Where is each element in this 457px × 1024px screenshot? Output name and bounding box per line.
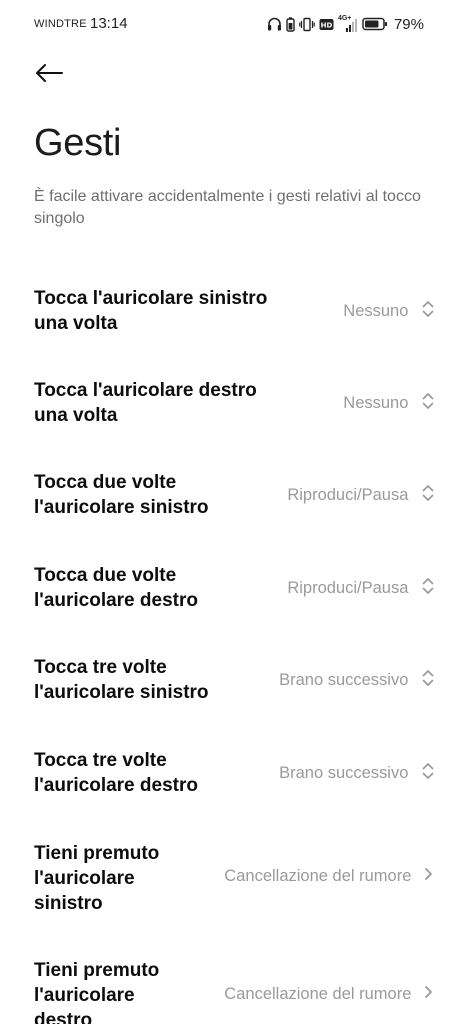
gesture-value-link[interactable]: Cancellazione del rumore — [224, 866, 433, 887]
page-description: È facile attivare accidentalmente i gest… — [34, 188, 421, 227]
earbud-battery-icon — [286, 16, 295, 32]
gesture-row-long-press-right[interactable]: Tieni premuto l'auricolare destro Cancel… — [0, 955, 457, 1024]
status-icons: HD 4G+ 79% — [267, 13, 424, 35]
gesture-value-select[interactable]: Riproduci/Pausa — [287, 483, 435, 508]
signal-icon: 4G+ — [338, 15, 358, 33]
carrier-name: WINDTRE — [34, 18, 87, 30]
gesture-value-select[interactable]: Nessuno — [343, 391, 435, 416]
gesture-row-triple-tap-right[interactable]: Tocca tre volte l'auricolare destro Bran… — [0, 743, 457, 813]
up-down-chevron-icon — [421, 576, 435, 601]
vibrate-icon — [299, 17, 315, 32]
page-title: Gesti — [34, 122, 122, 164]
gesture-value: Nessuno — [343, 302, 409, 320]
gesture-label: Tocca due volte l'auricolare destro — [34, 563, 198, 613]
gesture-label-line: Tieni premuto — [34, 843, 160, 864]
gesture-value: Brano successivo — [279, 671, 409, 689]
up-down-chevron-icon — [421, 391, 435, 416]
chevron-right-icon — [424, 866, 433, 887]
back-button[interactable] — [34, 60, 70, 90]
battery-percentage: 79% — [393, 15, 424, 33]
arrow-left-icon — [34, 63, 64, 88]
gesture-value: Nessuno — [343, 394, 409, 412]
gesture-row-single-tap-right[interactable]: Tocca l'auricolare destro una volta Ness… — [0, 372, 457, 442]
gesture-label-line: una volta — [34, 313, 118, 334]
gesture-value: Riproduci/Pausa — [287, 486, 409, 504]
gesture-value: Brano successivo — [279, 764, 409, 782]
gesture-label-line: Tocca due volte — [34, 565, 177, 586]
gesture-label: Tocca tre volte l'auricolare sinistro — [34, 655, 209, 705]
gesture-value-select[interactable]: Nessuno — [343, 299, 435, 324]
gesture-label-line: Tocca due volte — [34, 472, 177, 493]
gesture-label-line: una volta — [34, 405, 118, 426]
gesture-label-line: l'auricolare — [34, 868, 135, 889]
up-down-chevron-icon — [421, 668, 435, 693]
gesture-label-line: Tocca tre volte — [34, 657, 167, 678]
gesture-value-link[interactable]: Cancellazione del rumore — [224, 984, 433, 1005]
gesture-value: Cancellazione del rumore — [224, 985, 412, 1003]
gesture-label-line: l'auricolare — [34, 985, 135, 1006]
up-down-chevron-icon — [421, 483, 435, 508]
up-down-chevron-icon — [421, 299, 435, 324]
gesture-label-line: Tieni premuto — [34, 960, 160, 981]
gesture-value-select[interactable]: Brano successivo — [279, 761, 435, 786]
gesture-label-line: Tocca tre volte — [34, 750, 167, 771]
gesture-label: Tocca l'auricolare destro una volta — [34, 378, 257, 428]
gesture-label: Tieni premuto l'auricolare sinistro — [34, 841, 159, 916]
gesture-value: Cancellazione del rumore — [224, 867, 412, 885]
gesture-value: Riproduci/Pausa — [287, 579, 409, 597]
status-bar: WINDTRE 13:14 HD 4G+ 79% — [0, 0, 457, 50]
headphones-icon — [267, 17, 282, 31]
clock: 13:14 — [90, 15, 128, 32]
chevron-right-icon — [424, 984, 433, 1005]
gesture-label-line: Tocca l'auricolare sinistro — [34, 288, 268, 309]
gesture-label: Tocca l'auricolare sinistro una volta — [34, 286, 267, 336]
gesture-label: Tocca due volte l'auricolare sinistro — [34, 470, 209, 520]
gesture-label-line: destro — [34, 1010, 93, 1024]
hd-icon: HD — [319, 18, 334, 31]
gesture-label-line: sinistro — [34, 893, 103, 914]
gesture-row-triple-tap-left[interactable]: Tocca tre volte l'auricolare sinistro Br… — [0, 650, 457, 720]
gesture-label: Tocca tre volte l'auricolare destro — [34, 748, 198, 798]
gesture-label-line: l'auricolare sinistro — [34, 682, 209, 703]
gesture-label-line: l'auricolare sinistro — [34, 497, 209, 518]
gesture-row-double-tap-right[interactable]: Tocca due volte l'auricolare destro Ripr… — [0, 558, 457, 628]
battery-icon — [362, 17, 388, 31]
gesture-row-single-tap-left[interactable]: Tocca l'auricolare sinistro una volta Ne… — [0, 280, 457, 350]
svg-text:HD: HD — [321, 21, 333, 29]
gesture-label-line: l'auricolare destro — [34, 590, 198, 611]
gesture-row-double-tap-left[interactable]: Tocca due volte l'auricolare sinistro Ri… — [0, 465, 457, 535]
gesture-row-long-press-left[interactable]: Tieni premuto l'auricolare sinistro Canc… — [0, 838, 457, 923]
gesture-label: Tieni premuto l'auricolare destro — [34, 958, 159, 1024]
gesture-label-line: Tocca l'auricolare destro — [34, 380, 257, 401]
gesture-label-line: l'auricolare destro — [34, 775, 198, 796]
up-down-chevron-icon — [421, 761, 435, 786]
gesture-value-select[interactable]: Riproduci/Pausa — [287, 576, 435, 601]
gesture-value-select[interactable]: Brano successivo — [279, 668, 435, 693]
